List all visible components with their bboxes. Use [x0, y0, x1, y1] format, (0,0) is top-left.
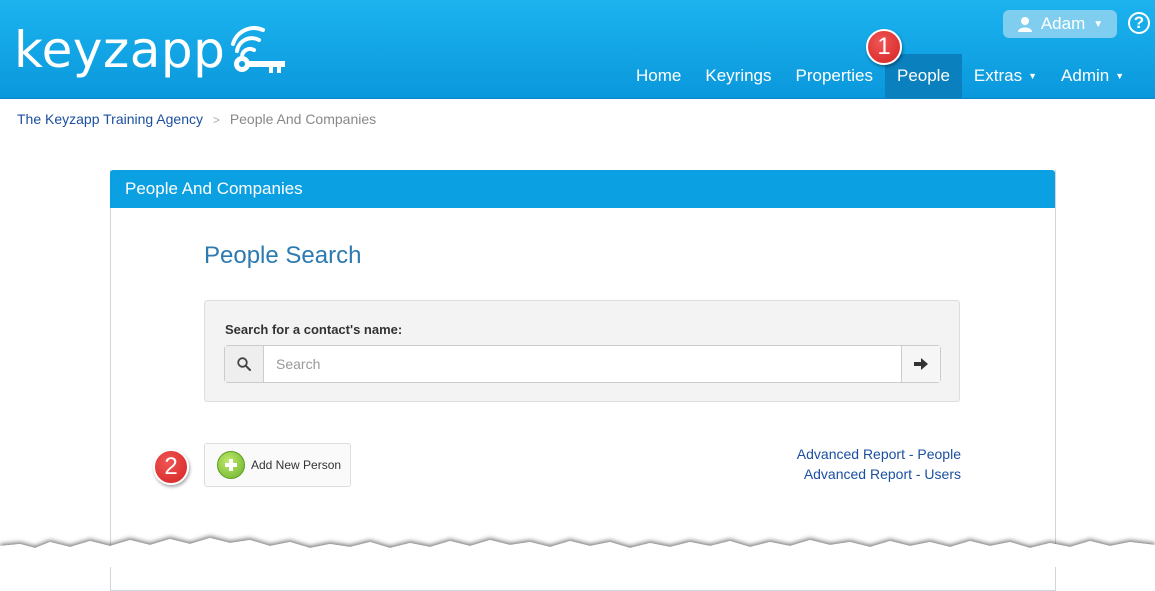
nav-home[interactable]: Home	[624, 54, 693, 98]
search-icon	[237, 357, 251, 371]
annotation-badge-1: 1	[866, 29, 902, 65]
advanced-report-people-link[interactable]: Advanced Report - People	[797, 444, 961, 464]
breadcrumb-current: People And Companies	[229, 111, 377, 127]
nav-extras[interactable]: Extras ▼	[962, 54, 1049, 98]
breadcrumb-root-link[interactable]: The Keyzapp Training Agency	[17, 111, 203, 127]
search-label: Search for a contact's name:	[225, 322, 403, 337]
nav-admin[interactable]: Admin ▼	[1049, 54, 1136, 98]
search-group	[224, 345, 941, 383]
annotation-badge-2: 2	[153, 449, 189, 485]
keyzapp-logo[interactable]: keyzapp	[14, 22, 291, 78]
torn-edge	[0, 538, 1155, 567]
report-links: Advanced Report - People Advanced Report…	[797, 444, 961, 484]
nav-keyrings[interactable]: Keyrings	[693, 54, 783, 98]
plus-icon	[217, 451, 245, 479]
breadcrumb-separator: >	[212, 113, 220, 127]
nav-people[interactable]: People	[884, 54, 962, 98]
top-navbar: keyzapp Adam ▼ ? Home Keyrings Propertie…	[0, 0, 1155, 99]
add-new-person-button[interactable]: Add New Person	[204, 443, 351, 487]
caret-down-icon: ▼	[1093, 18, 1104, 30]
nav-properties[interactable]: Properties	[784, 54, 885, 98]
advanced-report-users-link[interactable]: Advanced Report - Users	[797, 464, 961, 484]
arrow-right-icon	[914, 358, 928, 370]
user-menu-button[interactable]: Adam ▼	[1003, 10, 1117, 38]
user-name: Adam	[1040, 14, 1086, 33]
caret-down-icon: ▼	[1028, 71, 1038, 81]
panel-heading: People And Companies	[110, 170, 1055, 208]
breadcrumb: The Keyzapp Training Agency > People And…	[17, 111, 376, 127]
search-input[interactable]	[264, 346, 901, 382]
search-submit-button[interactable]	[901, 346, 940, 382]
add-new-person-label: Add New Person	[251, 458, 342, 472]
help-icon[interactable]: ?	[1128, 12, 1150, 34]
search-addon	[225, 346, 264, 382]
people-search-title: People Search	[204, 242, 362, 269]
key-wifi-icon	[231, 26, 286, 73]
caret-down-icon: ▼	[1115, 71, 1125, 81]
user-icon	[1017, 17, 1032, 32]
